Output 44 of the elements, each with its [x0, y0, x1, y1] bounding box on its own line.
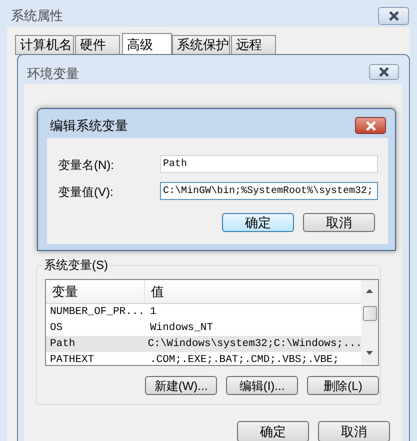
dialog-button[interactable]: 取消 — [318, 421, 390, 441]
variable-value: 1 — [149, 305, 156, 320]
variable-row[interactable]: OS Windows_NT — [46, 320, 362, 336]
scroll-up-icon[interactable] — [366, 289, 373, 293]
close-button[interactable] — [355, 117, 386, 134]
env-window-title: 环境变量 — [27, 65, 79, 83]
group-label: 系统变量(S) — [42, 256, 110, 274]
list-button[interactable]: 新建(W)... — [145, 376, 217, 395]
scrollbar[interactable] — [361, 280, 378, 365]
scrollbar-thumb[interactable] — [362, 306, 376, 321]
tab[interactable]: 计算机名 — [15, 35, 74, 55]
dialog-button[interactable]: 确定 — [237, 421, 309, 441]
variable-value: C:\Windows\system32;C:\Windows;... — [146, 337, 362, 352]
close-button[interactable] — [378, 7, 409, 25]
field-label: 变量值(V): — [58, 184, 114, 201]
close-icon — [378, 67, 390, 77]
variable-row[interactable]: Path C:\Windows\system32;C:\Windows;... — [46, 336, 362, 352]
dialog-button[interactable]: 确定 — [222, 213, 294, 232]
list-button[interactable]: 删除(L) — [307, 376, 379, 395]
close-icon — [388, 11, 400, 21]
variable-name: Path — [49, 337, 76, 352]
scroll-down-icon[interactable] — [366, 351, 373, 355]
tab[interactable]: 硬件 — [75, 35, 120, 55]
window-title: 系统属性 — [11, 7, 63, 25]
tab[interactable]: 远程 — [231, 35, 276, 55]
tab[interactable]: 系统保护 — [172, 35, 230, 55]
variable-name: NUMBER_OF_PR... — [49, 305, 146, 320]
variable-name: PATHEXT — [49, 353, 96, 365]
input-field[interactable]: C:\MinGW\bin;%SystemRoot%\system32; — [160, 182, 378, 200]
input-field[interactable]: Path — [160, 155, 378, 173]
variable-row[interactable]: NUMBER_OF_PR... 1 — [46, 304, 362, 320]
field-label: 变量名(N): — [58, 157, 114, 174]
column-header[interactable]: 变量 — [46, 280, 145, 303]
edit-dialog-title: 编辑系统变量 — [50, 117, 128, 135]
dialog-button[interactable]: 取消 — [303, 213, 375, 232]
variable-row[interactable]: PATHEXT .COM;.EXE;.BAT;.CMD;.VBS;.VBE; — [46, 352, 362, 365]
list-button[interactable]: 编辑(I)... — [226, 376, 298, 395]
close-icon — [364, 120, 376, 130]
variable-value: .COM;.EXE;.BAT;.CMD;.VBS;.VBE; — [149, 353, 340, 365]
variable-name: OS — [49, 321, 64, 336]
variable-value: Windows_NT — [149, 321, 214, 336]
tab[interactable]: 高级 — [122, 33, 172, 55]
close-button[interactable] — [369, 64, 399, 80]
column-header[interactable]: 值 — [145, 280, 362, 303]
